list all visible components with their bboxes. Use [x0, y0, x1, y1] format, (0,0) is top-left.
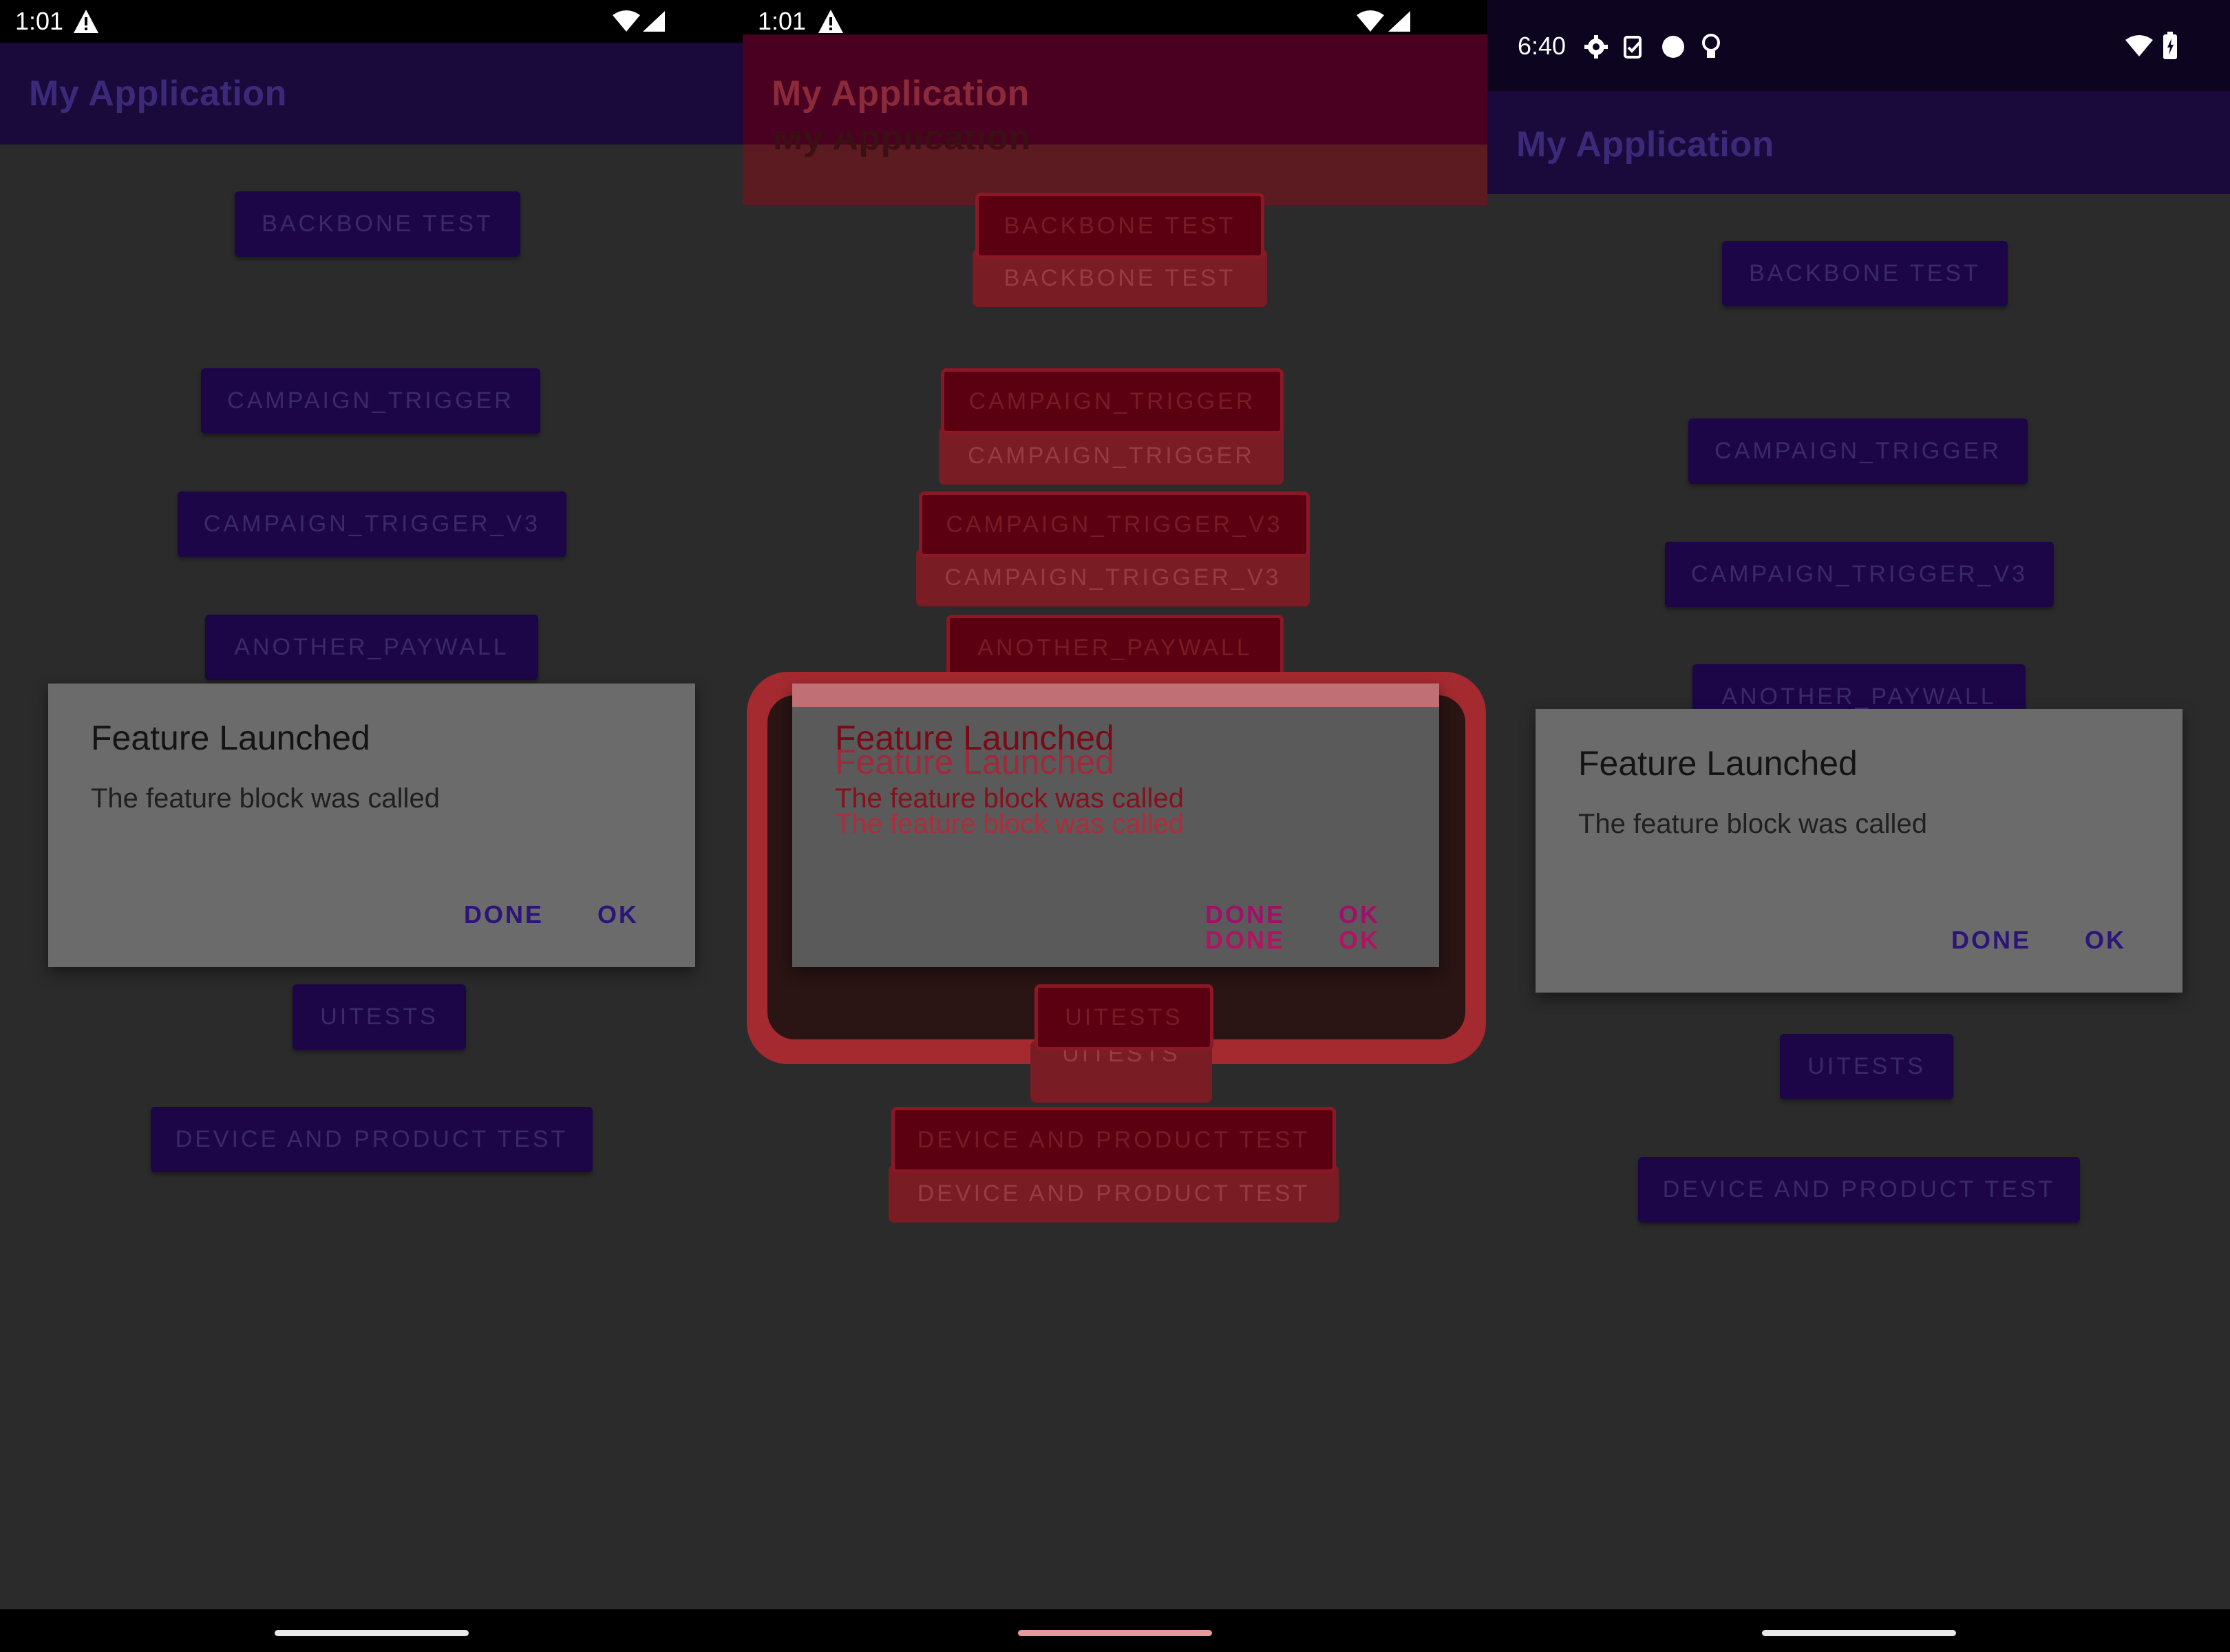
uitests-button[interactable]: UITESTS — [1034, 984, 1213, 1050]
campaign-trigger-v3-button[interactable]: CAMPAIGN_TRIGGER_V3 — [178, 491, 566, 557]
another-paywall-button[interactable]: ANOTHER_PAYWALL — [205, 615, 538, 680]
dialog-ok-ghost: OK — [1339, 926, 1380, 954]
screenshot-comparison: 1:01 My Application BACKBONE TEST CAMPAI… — [0, 0, 2230, 1652]
right-screen: 6:40 My Application BACKBONE TEST CAMPAI… — [1487, 0, 2230, 1652]
campaign-trigger-ghost-button: CAMPAIGN_TRIGGER — [939, 427, 1284, 485]
status-bar: 1:01 — [743, 0, 1487, 35]
status-time: 6:40 — [1518, 32, 1567, 60]
backbone-test-button[interactable]: BACKBONE TEST — [975, 193, 1264, 259]
campaign-trigger-v3-button[interactable]: CAMPAIGN_TRIGGER_V3 — [919, 491, 1310, 558]
wifi-icon — [1357, 10, 1384, 32]
diff-screen: 1:01 My Application My Application BACKB… — [743, 0, 1487, 1652]
backbone-test-button[interactable]: BACKBONE TEST — [235, 191, 520, 257]
device-product-test-button[interactable]: DEVICE AND PRODUCT TEST — [151, 1107, 593, 1172]
device-product-test-button[interactable]: DEVICE AND PRODUCT TEST — [891, 1107, 1336, 1173]
dialog-ok-button[interactable]: OK — [597, 900, 639, 929]
app-bar: My Application — [1487, 91, 2230, 194]
dialog-diff-strip — [792, 684, 1439, 707]
uitests-button[interactable]: UITESTS — [1780, 1034, 1953, 1099]
clipboard-check-icon — [1624, 36, 1642, 59]
dialog-title: Feature Launched — [1578, 744, 1858, 783]
dialog-done-button[interactable]: DONE — [1205, 900, 1285, 929]
dialog-done-ghost: DONE — [1205, 926, 1286, 954]
dialog-message: The feature block was called — [835, 783, 1184, 814]
signal-icon — [643, 11, 665, 32]
feature-dialog: Feature Launched Feature Launched The fe… — [792, 684, 1439, 967]
lightbulb-icon — [1702, 34, 1720, 58]
wifi-icon — [613, 10, 640, 32]
battery-icon — [2163, 32, 2177, 59]
backbone-test-button[interactable]: BACKBONE TEST — [1722, 241, 2008, 306]
warning-icon — [74, 10, 98, 33]
campaign-trigger-button[interactable]: CAMPAIGN_TRIGGER — [1688, 419, 2028, 484]
device-product-ghost-button: DEVICE AND PRODUCT TEST — [889, 1165, 1339, 1222]
device-product-test-button[interactable]: DEVICE AND PRODUCT TEST — [1638, 1157, 2080, 1222]
warning-icon — [818, 10, 843, 33]
home-handle[interactable] — [1761, 1630, 1956, 1636]
status-time: 1:01 — [15, 7, 64, 35]
dialog-title: Feature Launched — [91, 719, 370, 757]
dialog-message: The feature block was called — [91, 783, 440, 814]
dialog-ok-button[interactable]: OK — [1339, 900, 1380, 929]
circle-dot-icon — [1662, 36, 1684, 58]
campaign-trigger-button[interactable]: CAMPAIGN_TRIGGER — [941, 368, 1284, 434]
left-screen: 1:01 My Application BACKBONE TEST CAMPAI… — [0, 0, 743, 1652]
home-handle[interactable] — [1018, 1630, 1212, 1636]
uitests-button[interactable]: UITESTS — [293, 984, 466, 1050]
nav-bar — [743, 1609, 1487, 1652]
signal-icon — [1388, 11, 1410, 32]
dialog-ok-button[interactable]: OK — [2085, 926, 2126, 955]
wifi-icon — [2125, 35, 2153, 56]
dialog-done-button[interactable]: DONE — [464, 900, 544, 929]
nav-bar — [1487, 1609, 2230, 1652]
app-title-ghost: My Application — [773, 131, 1031, 158]
status-bar: 6:40 — [1487, 0, 2230, 91]
another-paywall-button[interactable]: ANOTHER_PAYWALL — [946, 615, 1284, 681]
app-bar: My Application — [0, 43, 743, 145]
app-bar: My Application — [743, 34, 1487, 145]
campaign-trigger-button[interactable]: CAMPAIGN_TRIGGER — [201, 368, 540, 434]
home-handle[interactable] — [274, 1630, 469, 1636]
campaign-trigger-v3-button[interactable]: CAMPAIGN_TRIGGER_V3 — [1665, 542, 2054, 607]
dialog-done-button[interactable]: DONE — [1951, 926, 2031, 955]
status-time: 1:01 — [758, 7, 807, 35]
app-title: My Application — [1516, 125, 1774, 165]
status-bar: 1:01 — [0, 0, 743, 43]
dialog-message: The feature block was called — [1578, 809, 1927, 839]
gear-icon — [1584, 35, 1608, 59]
feature-dialog: Feature Launched The feature block was c… — [48, 684, 695, 967]
app-title: My Application — [29, 74, 287, 114]
feature-dialog: Feature Launched The feature block was c… — [1536, 709, 2183, 993]
dialog-title: Feature Launched — [835, 719, 1114, 757]
nav-bar — [0, 1609, 743, 1652]
app-title: My Application — [772, 74, 1030, 114]
